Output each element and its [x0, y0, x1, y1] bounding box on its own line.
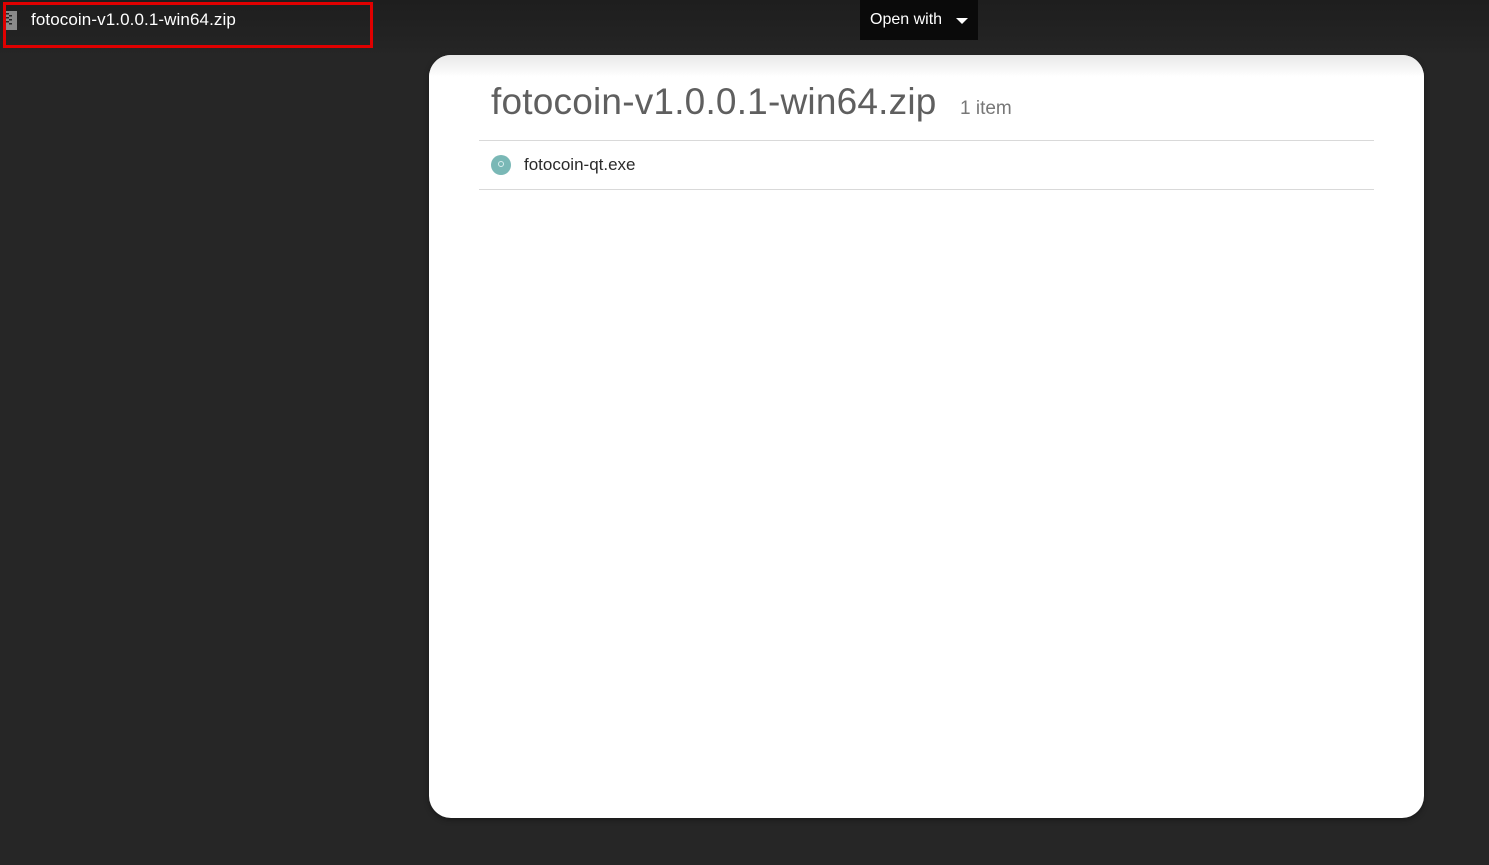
list-item[interactable]: fotocoin-qt.exe — [479, 141, 1374, 189]
executable-file-icon — [491, 155, 511, 175]
open-with-button[interactable]: Open with — [860, 0, 978, 40]
card-top-shade — [429, 55, 1424, 77]
item-count: 1 item — [960, 98, 1012, 119]
archive-viewer-card: fotocoin-v1.0.0.1-win64.zip 1 item fotoc… — [429, 55, 1424, 818]
highlight-box — [3, 2, 373, 48]
open-with-label: Open with — [870, 11, 943, 28]
list-item-label: fotocoin-qt.exe — [524, 155, 636, 174]
divider — [479, 189, 1374, 190]
top-bar: fotocoin-v1.0.0.1-win64.zip Open with — [0, 0, 1489, 56]
archive-name: fotocoin-v1.0.0.1-win64.zip — [491, 81, 937, 122]
caret-down-icon — [956, 18, 968, 24]
